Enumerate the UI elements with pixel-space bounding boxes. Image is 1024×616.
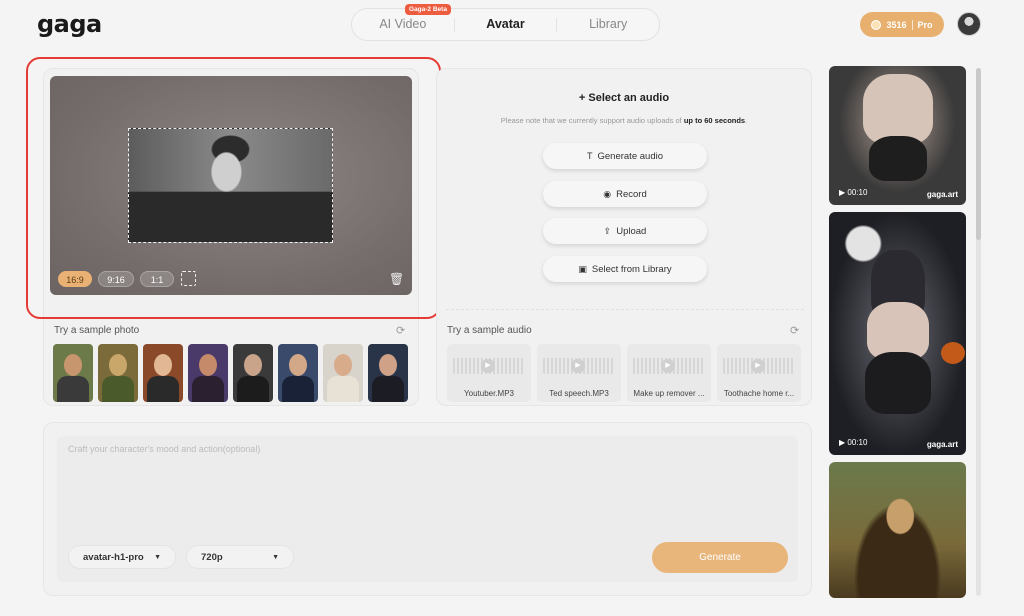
refresh-audio-icon[interactable]: ⟳ [790,324,799,337]
play-icon[interactable]: ▶ [481,359,495,373]
thumb-face [334,354,352,376]
thumb-body [237,376,269,402]
refresh-photos-icon[interactable]: ⟳ [396,324,405,337]
model-select[interactable]: avatar-h1-pro ▼ [68,545,176,569]
select-from-library-button[interactable]: ▣ Select from Library [543,256,707,282]
upload-icon: ⇪ [603,225,612,236]
thumb-body [102,376,134,402]
tab-library[interactable]: Library [557,9,659,40]
credits-count: 3516 [886,19,907,30]
select-from-library-label: Select from Library [591,263,672,275]
ratio-1-1-button[interactable]: 1:1 [140,271,174,287]
record-label: Record [616,188,647,200]
gallery-video-item[interactable] [829,462,966,598]
model-value: avatar-h1-pro [83,551,144,563]
figure-body [869,136,927,181]
sample-audio-item[interactable]: ▶ Ted speech.MP3 [537,344,621,402]
top-navigation: AI Video Avatar Library [351,8,660,41]
thumb-face [109,354,127,376]
gaga-logo[interactable]: gaga [37,10,102,38]
gallery-video-item[interactable]: ▶ 00:10 gaga.art [829,212,966,455]
thumb-face [289,354,307,376]
upload-button[interactable]: ⇪ Upload [543,218,707,244]
ratio-9-16-button[interactable]: 9:16 [98,271,134,287]
sample-audio-name: Ted speech.MP3 [549,389,609,398]
beta-badge: Gaga-2 Beta [405,4,451,15]
thumb-body [327,376,359,402]
select-audio-title: + Select an audio [578,92,670,104]
sample-photo-thumb[interactable] [233,344,273,402]
thumb-body [282,376,314,402]
thumb-face [64,354,82,376]
crop-selection-box[interactable] [128,128,333,243]
thumb-body [57,376,89,402]
figure-head [863,74,933,144]
sample-audio-item[interactable]: ▶ Make up remover ... [627,344,711,402]
sample-photo-thumb[interactable] [143,344,183,402]
resolution-select[interactable]: 720p ▼ [186,545,294,569]
tab-avatar[interactable]: Avatar [455,9,557,40]
credits-badge[interactable]: 3516 Pro [860,12,944,37]
watermark: gaga.art [926,440,958,449]
record-button[interactable]: ◉ Record [543,181,707,207]
plan-label: Pro [917,19,933,30]
prompt-placeholder: Craft your character's mood and action(o… [68,444,261,454]
text-icon: T [587,151,593,161]
sample-photo-thumb[interactable] [278,344,318,402]
video-duration: ▶ 00:10 [839,438,868,447]
thumb-body [372,376,404,402]
play-icon[interactable]: ▶ [661,359,675,373]
sample-audio-name: Youtuber.MP3 [464,389,514,398]
sample-photo-thumb[interactable] [323,344,363,402]
audio-note-prefix: Please note that we currently support au… [500,116,684,125]
credits-divider [911,19,913,30]
sample-audio-item[interactable]: ▶ Youtuber.MP3 [447,344,531,402]
generate-button[interactable]: Generate [652,542,788,573]
sample-audio-label: Try a sample audio [447,325,532,336]
sample-photo-thumb[interactable] [98,344,138,402]
gallery-scroll-thumb[interactable] [976,68,981,240]
thumb-body [192,376,224,402]
watermark: gaga.art [926,190,958,199]
sample-photo-thumb[interactable] [368,344,408,402]
ratio-16-9-button[interactable]: 16:9 [58,271,92,287]
caret-down-icon: ▼ [272,553,279,561]
thumb-face [379,354,397,376]
coin-icon [871,19,882,30]
sample-audio-name: Toothache home r... [723,389,795,398]
sample-photo-thumb[interactable] [53,344,93,402]
pumpkin-graphic [941,342,965,364]
sample-audio-item[interactable]: ▶ Toothache home r... [717,344,801,402]
face-crop-icon[interactable] [181,271,196,286]
audio-length-note: Please note that we currently support au… [436,116,812,125]
generate-audio-button[interactable]: T Generate audio [543,143,707,169]
user-avatar[interactable] [957,12,981,36]
figure-body [865,352,931,414]
upload-label: Upload [616,225,647,237]
audio-note-suffix: . [745,116,748,125]
thumb-face [244,354,262,376]
play-icon[interactable]: ▶ [571,359,585,373]
thumb-face [154,354,172,376]
generate-audio-label: Generate audio [597,150,664,162]
caret-down-icon: ▼ [154,553,161,561]
gallery-video-item[interactable]: ▶ 00:10 gaga.art [829,66,966,205]
audio-divider [446,309,804,310]
library-icon: ▣ [578,263,587,274]
audio-note-limit: up to 60 seconds [683,116,746,125]
video-duration: ▶ 00:10 [839,188,868,197]
uploaded-photo-preview[interactable] [50,76,412,295]
record-icon: ◉ [603,188,612,199]
thumb-body [147,376,179,402]
resolution-value: 720p [201,551,223,563]
sample-audio-name: Make up remover ... [633,389,705,398]
sample-photo-label: Try a sample photo [54,325,140,336]
play-icon[interactable]: ▶ [751,359,765,373]
trash-icon[interactable]: 🗑 [389,272,404,286]
sample-photo-thumb[interactable] [188,344,228,402]
thumb-face [199,354,217,376]
